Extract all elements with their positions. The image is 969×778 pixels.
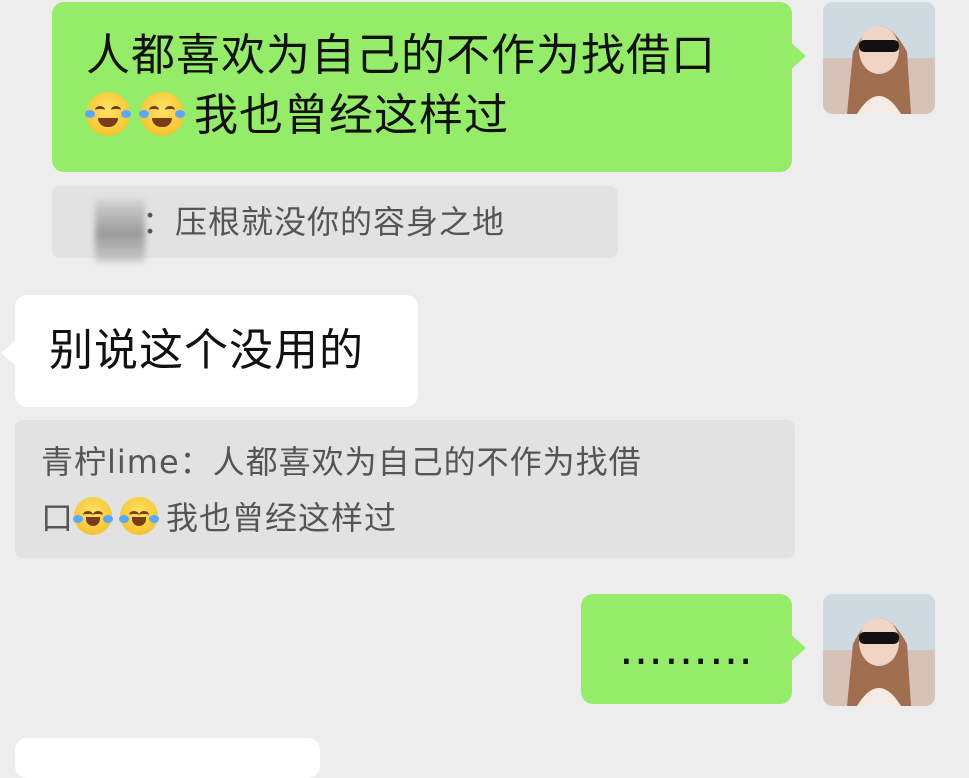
quote-text-line: 口 我也曾经这样过: [41, 490, 769, 546]
message-bubble-outgoing[interactable]: 人都喜欢为自己的不作为找借口 我也曾经这样过: [52, 2, 806, 172]
user-avatar[interactable]: [823, 594, 935, 706]
blurred-sender-name: [95, 200, 145, 262]
chat-area: 人都喜欢为自己的不作为找借口 我也曾经这样过 ：压根就没你的容身之地 别说这个没…: [0, 0, 969, 778]
message-bubble-outgoing[interactable]: ………: [581, 594, 806, 704]
face-with-tears-of-joy-icon: [85, 92, 131, 136]
message-text-line: 人都喜欢为自己的不作为找借口: [86, 30, 716, 81]
quote-sender: ：: [142, 203, 176, 241]
user-avatar[interactable]: [823, 2, 935, 114]
message-text: 别说这个没用的: [49, 325, 364, 376]
quote-text-line: 青柠lime：人都喜欢为自己的不作为找借: [41, 434, 769, 490]
face-with-tears-of-joy-icon: [119, 497, 160, 535]
message-text: 我也曾经这样过: [194, 90, 509, 141]
avatar-photo: [823, 2, 935, 114]
quote-text: 人都喜欢为自己的不作为找借: [212, 443, 642, 481]
quoted-message[interactable]: 青柠lime：人都喜欢为自己的不作为找借 口 我也曾经这样过: [15, 420, 795, 558]
quote-text: 口: [41, 499, 75, 537]
face-with-tears-of-joy-icon: [139, 92, 185, 136]
quote-text: 我也曾经这样过: [166, 499, 398, 537]
face-with-tears-of-joy-icon: [73, 497, 114, 535]
avatar-photo: [823, 594, 935, 706]
message-text-line: 我也曾经这样过: [85, 86, 758, 146]
quote-sender: 青柠lime：: [41, 443, 213, 481]
message-bubble-incoming[interactable]: 别说这个没用的: [1, 295, 418, 407]
message-bubble-incoming-partial[interactable]: [15, 738, 320, 778]
message-text: ………: [619, 624, 754, 675]
quote-text: 压根就没你的容身之地: [175, 203, 506, 241]
